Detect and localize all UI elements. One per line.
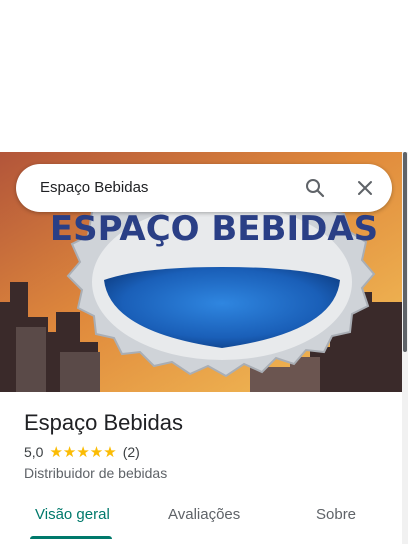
rating-value: 5,0	[24, 444, 44, 460]
place-tabs: Visão geral Avaliações Sobre	[0, 498, 402, 544]
place-category[interactable]: Distribuidor de bebidas	[24, 465, 167, 481]
tab-about[interactable]: Sobre	[316, 506, 356, 523]
tab-overview[interactable]: Visão geral	[35, 506, 110, 523]
review-count[interactable]: (2)	[123, 444, 140, 460]
place-title: Espaço Bebidas	[24, 410, 183, 435]
star-rating-icon: ★★★★★	[49, 445, 116, 460]
close-icon[interactable]	[353, 176, 377, 200]
stars-glyphs: ★★★★★	[49, 443, 117, 461]
sign-text: ESPAÇO BEBIDAS	[50, 209, 378, 249]
search-icon[interactable]	[303, 176, 327, 200]
active-tab-indicator	[30, 536, 112, 539]
top-blank-area	[0, 0, 408, 152]
search-bar[interactable]: Espaço Bebidas	[16, 164, 392, 212]
search-input[interactable]: Espaço Bebidas	[40, 179, 148, 196]
tab-reviews[interactable]: Avaliações	[168, 506, 240, 523]
rating-row[interactable]: 5,0 ★★★★★ (2)	[24, 444, 140, 460]
scrollbar-thumb[interactable]	[403, 152, 407, 352]
